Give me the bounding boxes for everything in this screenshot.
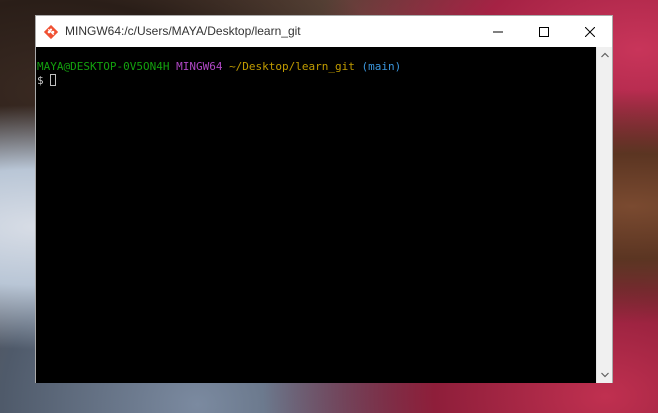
minimize-icon (493, 31, 503, 32)
maximize-icon (539, 26, 549, 37)
prompt-path: ~/Desktop/learn_git (229, 60, 355, 73)
scroll-down-arrow-icon (601, 372, 609, 378)
minimize-button[interactable] (475, 16, 521, 47)
terminal-output[interactable]: MAYA@DESKTOP-0V5ON4H MINGW64 ~/Desktop/l… (36, 47, 596, 383)
prompt-user-host: MAYA@DESKTOP-0V5ON4H (37, 60, 170, 73)
prompt-symbol: $ (37, 74, 44, 87)
close-icon (585, 26, 595, 37)
text-cursor (49, 74, 56, 86)
scroll-up-button[interactable] (597, 47, 613, 63)
maximize-button[interactable] (521, 16, 567, 47)
prompt-line: MAYA@DESKTOP-0V5ON4H MINGW64 ~/Desktop/l… (37, 60, 596, 74)
scroll-down-button[interactable] (597, 367, 613, 383)
vertical-scrollbar[interactable] (596, 47, 612, 383)
prompt-branch: (main) (361, 60, 402, 73)
title-bar[interactable]: MINGW64:/c/Users/MAYA/Desktop/learn_git (36, 16, 612, 47)
scroll-up-arrow-icon (601, 52, 609, 58)
git-logo-icon[interactable] (43, 24, 59, 40)
input-line[interactable]: $ (37, 74, 596, 88)
window-title: MINGW64:/c/Users/MAYA/Desktop/learn_git (65, 24, 301, 38)
prompt-env: MINGW64 (176, 60, 223, 73)
terminal-window[interactable]: MINGW64:/c/Users/MAYA/Desktop/learn_git … (35, 15, 613, 383)
close-button[interactable] (567, 16, 613, 47)
